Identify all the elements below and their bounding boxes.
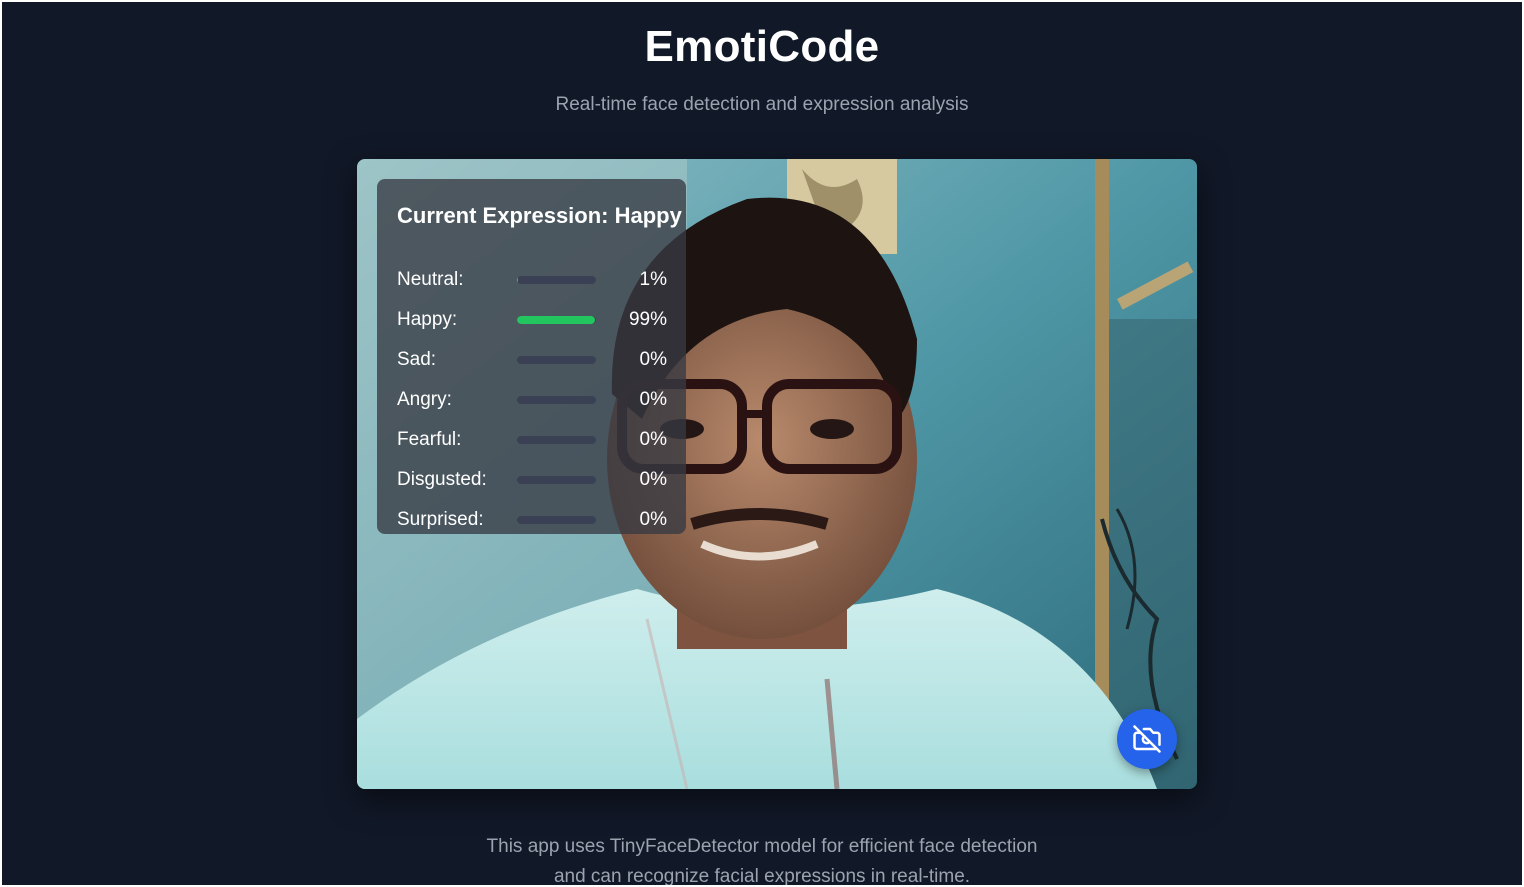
expression-label: Disgusted: [397,469,487,490]
expression-bar [517,276,596,284]
expression-bar [517,356,596,364]
expression-bar-fill [517,316,596,324]
webcam-video: Current Expression: Happy Neutral: 1% Ha… [357,159,1197,789]
expression-row-disgusted: Disgusted: 0% [397,465,667,495]
app-title: EmotiCode [644,22,880,71]
expression-label: Happy: [397,309,458,330]
expression-bar [517,516,596,524]
expression-percent: 0% [639,509,667,530]
expression-bar-fill [517,276,518,284]
expression-bar [517,316,596,324]
expression-percent: 1% [639,269,667,290]
expression-label: Surprised: [397,509,484,530]
camera-off-icon [1133,725,1161,753]
expression-percent: 0% [639,429,667,450]
expression-bar [517,476,596,484]
expression-label: Neutral: [397,269,464,290]
footer-line-2: and can recognize facial expressions in … [553,866,971,885]
footer-line-1: This app uses TinyFaceDetector model for… [486,836,1038,857]
expression-row-angry: Angry: 0% [397,385,667,415]
expression-row-neutral: Neutral: 1% [397,265,667,295]
expression-percent: 0% [639,469,667,490]
footer-description: This app uses TinyFaceDetector model for… [2,832,1522,885]
expression-bar [517,436,596,444]
expression-label: Fearful: [397,429,462,450]
app-subtitle: Real-time face detection and expression … [555,94,969,115]
app-frame: EmotiCode Real-time face detection and e… [2,2,1522,885]
expression-percent: 0% [639,349,667,370]
current-expression-title: Current Expression: Happy [397,203,682,228]
expression-percent: 0% [639,389,667,410]
expression-row-fearful: Fearful: 0% [397,425,667,455]
expression-row-happy: Happy: 99% [397,305,667,335]
expression-panel: Current Expression: Happy Neutral: 1% Ha… [377,179,686,534]
expression-row-sad: Sad: 0% [397,345,667,375]
expression-row-surprised: Surprised: 0% [397,505,667,535]
expression-bar [517,396,596,404]
expression-label: Angry: [397,389,452,410]
toggle-camera-button[interactable] [1117,709,1177,769]
expression-label: Sad: [397,349,437,370]
expression-percent: 99% [628,309,667,330]
